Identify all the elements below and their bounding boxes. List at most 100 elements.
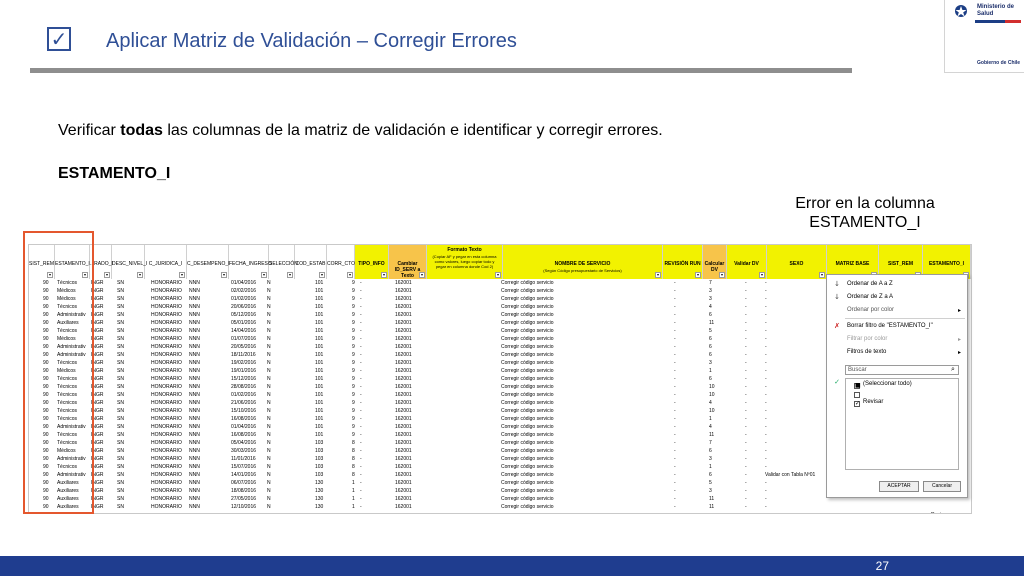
cell-run: - (674, 344, 676, 350)
filter-color-item[interactable]: Filtrar por color (847, 334, 887, 344)
column-header[interactable]: SELECCIÓN ▾ (269, 245, 298, 279)
sort-desc-item[interactable]: Ordenar de Z a A (847, 292, 893, 302)
cell-tipo: - (360, 392, 362, 398)
column-header[interactable]: FECHA_INGRESO ▾ (229, 245, 272, 279)
estamento-highlight-frame (23, 231, 94, 514)
review-checkbox[interactable]: ✓ (854, 401, 860, 407)
filter-dropdown-icon[interactable]: ▾ (179, 272, 185, 278)
cell-nivel: SN (117, 296, 124, 302)
column-header[interactable]: Cambiar ID_SERV a Texto ▾ (389, 245, 427, 279)
cell-sexo: - (765, 496, 767, 502)
cell-sexo: - (765, 400, 767, 406)
cell-cod: 101 (315, 304, 324, 310)
cell-des: NNN (189, 496, 200, 502)
column-header[interactable]: CORR_CTO ▾ (327, 245, 355, 279)
footer-bar: 27 (0, 556, 1024, 576)
cell-nombre: Corregir código servicio (501, 480, 554, 486)
slide-title: Aplicar Matriz de Validación – Corregir … (106, 30, 517, 52)
cell-jur: HONORARIO (151, 464, 182, 470)
cell-id: 162001 (395, 384, 412, 390)
table-row[interactable]: 90 Auxiliares INGR SN HONORARIO NNN 12/10/2016… (29, 503, 969, 511)
column-header[interactable]: REVISIÓN RUN ▾ (663, 245, 703, 279)
filter-dropdown-icon[interactable]: ▾ (381, 272, 387, 278)
column-header[interactable]: TIPO_INFO ▾ (355, 245, 389, 279)
filter-dropdown-icon[interactable]: ▾ (287, 272, 293, 278)
table-row[interactable]: Revisar (29, 511, 969, 513)
select-all-checkbox[interactable]: ■ (854, 383, 861, 389)
cell-nivel: SN (117, 440, 124, 446)
column-header[interactable]: Calcular DV ▾ (703, 245, 727, 279)
cell-run: - (674, 304, 676, 310)
cell-sel: N (267, 504, 271, 510)
cancel-button[interactable]: Cancelar (923, 481, 961, 492)
cell-jur: HONORARIO (151, 400, 182, 406)
cell-tipo: - (360, 336, 362, 342)
cell-cod: 101 (315, 288, 324, 294)
cell-sexo: - (765, 504, 767, 510)
cell-des: NNN (189, 304, 200, 310)
cell-id: 162001 (395, 296, 412, 302)
column-header[interactable]: C_JURIDICA_I ▾ (145, 245, 187, 279)
filter-dropdown-icon[interactable]: ▾ (719, 272, 725, 278)
column-note: (Según Código presupuestario de Servicio… (543, 268, 622, 273)
filter-dropdown-icon[interactable]: ▾ (137, 272, 143, 278)
cell-run: - (674, 448, 676, 454)
filter-dropdown-icon[interactable]: ▾ (695, 272, 701, 278)
cell-vdv: - (745, 440, 747, 446)
cell-jur: HONORARIO (151, 472, 182, 478)
cell-corr: 9 (352, 416, 355, 422)
cell-sel: N (267, 408, 271, 414)
sort-asc-item[interactable]: Ordenar de A a Z (847, 279, 893, 289)
cell-fecha: 16/08/2016 (231, 432, 257, 438)
cell-sexo: - (765, 312, 767, 318)
filter-dropdown-icon[interactable]: ▾ (495, 272, 501, 278)
column-header[interactable]: Formato Texto (Copiar AF y pegar en esta … (427, 245, 503, 279)
cell-tipo: - (360, 496, 362, 502)
cell-id: 162001 (395, 464, 412, 470)
column-header[interactable]: DESC_NIVEL_I ▾ (112, 245, 147, 279)
cell-sexo: - (765, 464, 767, 470)
cell-tipo: - (360, 280, 362, 286)
filter-dropdown-icon[interactable]: ▾ (319, 272, 325, 278)
cell-sexo: - (765, 480, 767, 486)
cell-run: - (674, 472, 676, 478)
column-header[interactable]: COD_ESTAB ▾ (295, 245, 327, 279)
filter-dropdown-icon[interactable]: ▾ (655, 272, 661, 278)
filter-dropdown-icon[interactable]: ▾ (104, 272, 110, 278)
cell-nombre: Corregir código servicio (501, 376, 554, 382)
sort-color-item[interactable]: Ordenar por color (847, 305, 894, 315)
cell-des: NNN (189, 432, 200, 438)
cell-sexo: - (765, 416, 767, 422)
cell-cod: 101 (315, 384, 324, 390)
filter-dropdown-icon[interactable]: ▾ (419, 272, 425, 278)
column-header[interactable]: Validar DV ▾ (727, 245, 767, 279)
filter-dropdown-icon[interactable]: ▾ (261, 272, 267, 278)
cell-fecha: 28/08/2016 (231, 384, 257, 390)
cell-sel: N (267, 280, 271, 286)
cell-des: NNN (189, 472, 200, 478)
text-filters-item[interactable]: Filtros de texto (847, 347, 886, 357)
clear-filter-item[interactable]: Borrar filtro de "ESTAMENTO_I" (847, 321, 933, 331)
cell-vdv: - (745, 456, 747, 462)
cell-corr: 9 (352, 432, 355, 438)
cell-sexo: - (765, 368, 767, 374)
cell-fecha: 01/02/2016 (231, 392, 257, 398)
filter-dropdown-icon[interactable]: ▾ (347, 272, 353, 278)
blank-checkbox[interactable] (854, 392, 860, 398)
filter-search-input[interactable]: Buscar (845, 365, 959, 375)
column-header[interactable]: C_DESEMPENO_I ▾ (187, 245, 230, 279)
filter-dropdown-icon[interactable]: ▾ (759, 272, 765, 278)
cell-run: - (674, 416, 676, 422)
filter-dropdown-icon[interactable]: ▾ (221, 272, 227, 278)
cell-fecha: 01/04/2016 (231, 424, 257, 430)
cell-corr: 9 (352, 360, 355, 366)
column-header[interactable]: NOMBRE DE SERVICIO (Según Código presupue… (503, 245, 663, 279)
cell-jur: HONORARIO (151, 480, 182, 486)
filter-dropdown-icon[interactable]: ▾ (819, 272, 825, 278)
column-header-label: ESTAMENTO_I (928, 261, 965, 267)
column-header[interactable]: SEXO ▾ (767, 245, 827, 279)
cell-id: 162001 (395, 408, 412, 414)
ok-button[interactable]: ACEPTAR (879, 481, 919, 492)
cell-vdv: - (745, 416, 747, 422)
cell-sel: N (267, 384, 271, 390)
